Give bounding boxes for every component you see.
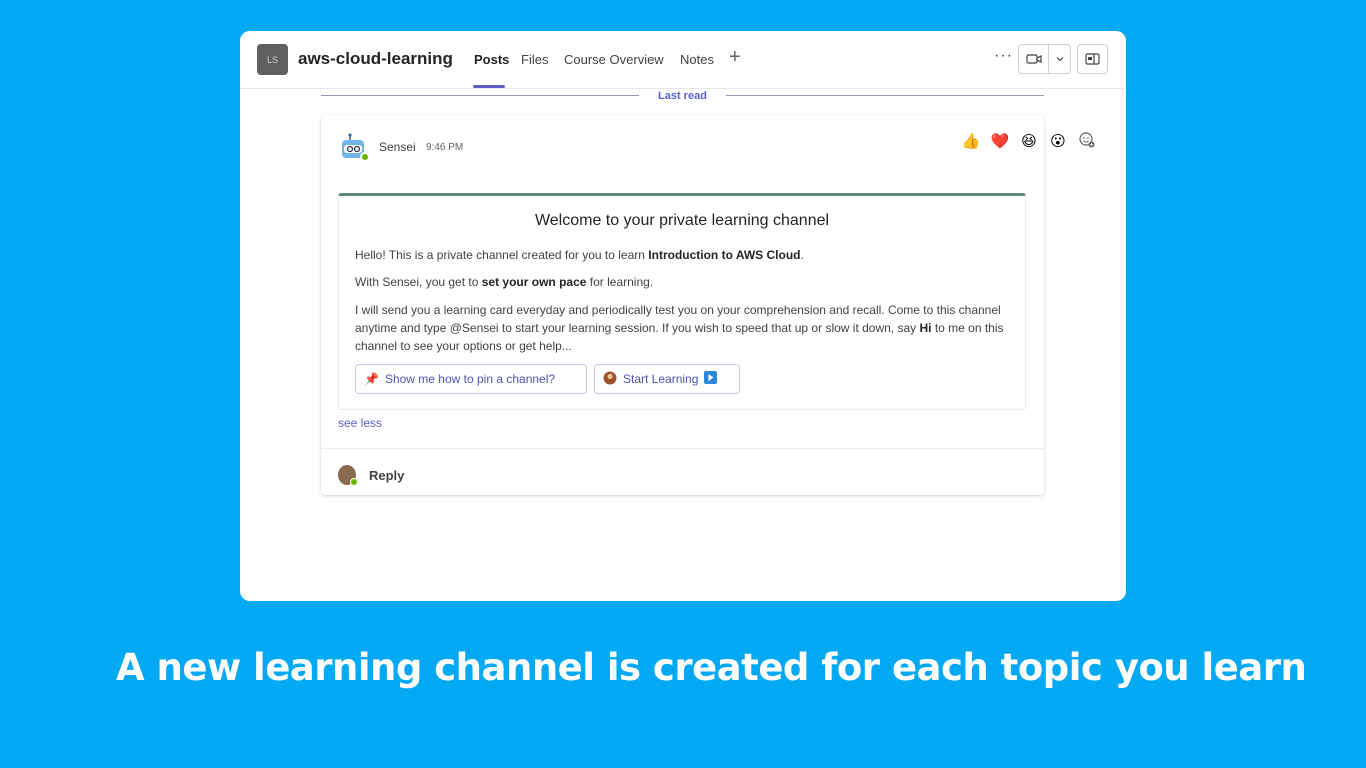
card-title: Welcome to your private learning channel [534, 212, 830, 229]
chevron-down-icon[interactable] [1049, 45, 1070, 73]
online-status-icon [360, 152, 370, 162]
card-description: I will send you a learning card everyday… [355, 303, 1004, 353]
last-read-divider-left [321, 95, 639, 96]
last-read-label: Last read [658, 90, 707, 102]
surprised-reaction[interactable]: 😮 [1048, 132, 1068, 152]
reply-divider [321, 448, 1044, 449]
side-panel-icon[interactable] [1077, 44, 1108, 74]
last-read-divider-right [726, 95, 1044, 96]
pushpin-icon: 📌 [364, 372, 379, 386]
team-avatar[interactable]: LS [257, 44, 288, 75]
tab-files[interactable]: Files [521, 52, 548, 67]
heart-reaction[interactable]: ❤️ [990, 132, 1010, 152]
ellipsis-icon[interactable]: ··· [994, 47, 1013, 65]
see-less-link[interactable]: see less [338, 416, 382, 430]
message-timestamp: 9:46 PM [426, 142, 464, 153]
play-icon [704, 371, 718, 387]
tab-posts[interactable]: Posts [474, 52, 509, 67]
start-learning-button[interactable]: Start Learning [594, 364, 740, 394]
active-tab-indicator [473, 85, 505, 88]
thumbs-up-reaction[interactable]: 👍 [961, 132, 981, 152]
plus-icon[interactable]: + [729, 46, 741, 69]
reaction-bar: 👍 ❤️ 😆 😮 [961, 132, 1097, 152]
tab-notes[interactable]: Notes [680, 52, 714, 67]
pin-channel-button[interactable]: 📌 Show me how to pin a channel? [355, 364, 587, 394]
message-post: Sensei 9:46 PM 👍 ❤️ 😆 😮 Welcome to your … [321, 115, 1095, 495]
add-reaction-icon[interactable] [1077, 132, 1097, 152]
adaptive-card: Welcome to your private learning channel… [338, 193, 1026, 410]
channel-header: LS aws-cloud-learning Posts Files Course… [240, 31, 1126, 89]
channel-title: aws-cloud-learning [298, 49, 453, 68]
teams-window: LS aws-cloud-learning Posts Files Course… [240, 31, 1126, 601]
video-camera-icon[interactable] [1019, 45, 1049, 73]
reply-button[interactable]: Reply [369, 468, 404, 483]
card-intro-line: Hello! This is a private channel created… [355, 248, 804, 262]
slide-caption: A new learning channel is created for ea… [116, 646, 1307, 689]
card-pace-line: With Sensei, you get to set your own pac… [355, 275, 654, 289]
tab-course-overview[interactable]: Course Overview [564, 52, 664, 67]
user-avatar-icon [603, 371, 617, 388]
online-status-icon [350, 478, 358, 486]
meet-button-group [1018, 44, 1071, 74]
laugh-reaction[interactable]: 😆 [1019, 132, 1039, 152]
sender-name[interactable]: Sensei [379, 140, 416, 154]
